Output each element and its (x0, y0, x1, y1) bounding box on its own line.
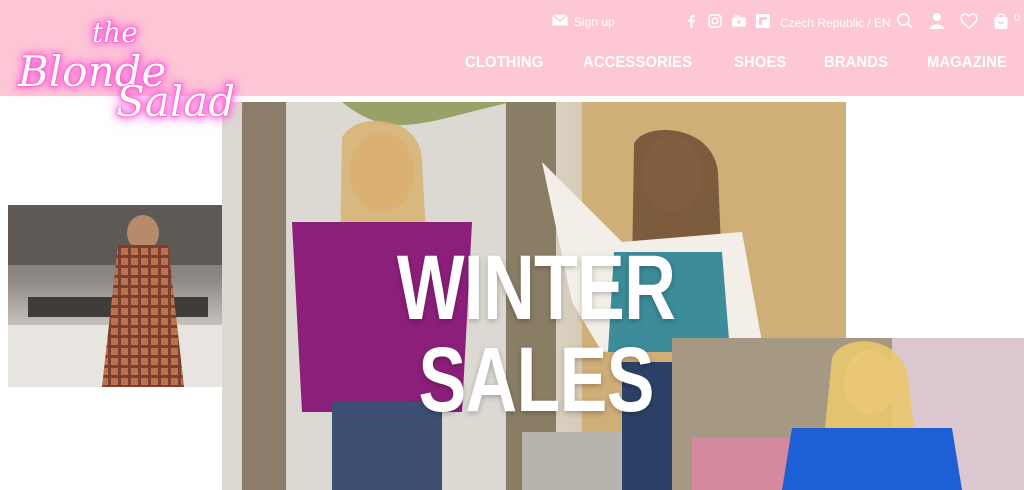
social-links: You (684, 14, 770, 28)
user-actions: 0 (896, 12, 1020, 30)
main-navigation: CLOTHING ACCESSORIES SHOES BRANDS MAGAZI… (465, 54, 1014, 72)
brand-logo[interactable]: the Blonde Salad (14, 16, 274, 128)
instagram-icon[interactable] (708, 14, 722, 28)
nav-item-brands[interactable]: BRANDS (824, 54, 888, 72)
country-language-selector[interactable]: Czech Republic / EN (780, 16, 891, 30)
nav-item-magazine[interactable]: MAGAZINE (927, 54, 1007, 72)
flipboard-icon[interactable] (756, 14, 770, 28)
youtube-icon[interactable]: You (732, 14, 746, 28)
logo-text-the: the (92, 16, 138, 49)
nav-item-shoes[interactable]: SHOES (734, 54, 786, 72)
cart-count: 0 (1014, 12, 1021, 24)
account-icon[interactable] (928, 12, 946, 30)
signup-link[interactable]: Sign up (552, 14, 615, 29)
hero-banner[interactable]: WINTER SALES (0, 96, 1024, 490)
signup-label: Sign up (574, 14, 615, 29)
envelope-icon (552, 14, 568, 29)
hero-title[interactable]: WINTER SALES (341, 242, 731, 426)
search-icon[interactable] (896, 12, 914, 30)
logo-text-salad: Salad (116, 77, 235, 126)
top-utility-bar: Sign up You Czech Republic / EN 0 (552, 12, 1022, 34)
nav-item-clothing[interactable]: CLOTHING (465, 54, 543, 72)
site-header: the Blonde Salad Sign up You Czech Repub… (0, 0, 1024, 127)
svg-text:You: You (732, 14, 740, 18)
facebook-icon[interactable] (684, 14, 698, 28)
shopping-bag-icon[interactable] (992, 12, 1010, 30)
heart-icon[interactable] (960, 12, 978, 30)
nav-item-accessories[interactable]: ACCESSORIES (583, 54, 692, 72)
